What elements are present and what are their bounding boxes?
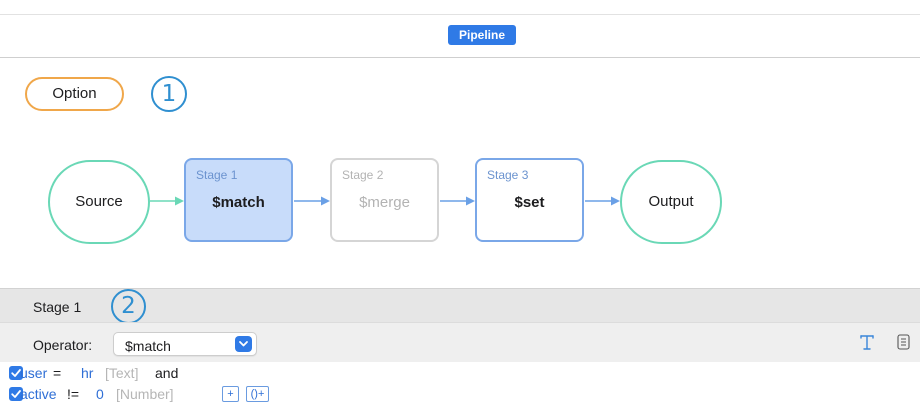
stage-operator: $merge [359,194,410,211]
condition-type: [Number] [116,386,174,402]
text-format-icon[interactable] [859,333,875,356]
condition-type: [Text] [105,365,139,381]
stage-label: Stage 1 [196,168,238,182]
stage-label: Stage 3 [487,168,529,182]
condition-field[interactable]: active [20,385,57,403]
condition-value[interactable]: hr [81,364,93,382]
operator-select-value: $match [125,338,171,354]
condition-field[interactable]: user [20,364,47,382]
arrow-source-to-stage-1 [150,196,184,206]
callout-marker-2: 2 [111,289,146,324]
stage-node-2[interactable]: Stage 2 $merge [330,158,439,242]
stage-operator: $match [212,194,265,211]
arrow-stage-2-to-stage-3 [440,196,475,206]
add-condition-button[interactable]: + [222,386,239,402]
stage-panel-title: Stage 1 [33,299,82,315]
add-group-button[interactable]: ()+ [246,386,269,402]
condition-conjunction[interactable]: and [155,364,178,382]
condition-operator[interactable]: != [67,385,79,403]
operator-select[interactable]: $match [113,332,257,356]
stage-operator: $set [514,194,545,211]
condition-operator[interactable]: = [53,364,61,382]
source-node[interactable]: Source [48,160,150,244]
operator-label: Operator: [33,337,93,353]
arrow-stage-1-to-stage-2 [294,196,330,206]
stage-node-3[interactable]: Stage 3 $set [475,158,584,242]
operator-toolbar: Operator: $match [0,322,920,362]
stage-node-1[interactable]: Stage 1 $match [184,158,293,242]
condition-value[interactable]: 0 [96,385,104,403]
output-node[interactable]: Output [620,160,722,244]
chevron-down-icon [235,336,252,352]
stage-label: Stage 2 [342,168,384,182]
arrow-stage-3-to-output [585,196,620,206]
document-icon[interactable] [897,334,911,355]
